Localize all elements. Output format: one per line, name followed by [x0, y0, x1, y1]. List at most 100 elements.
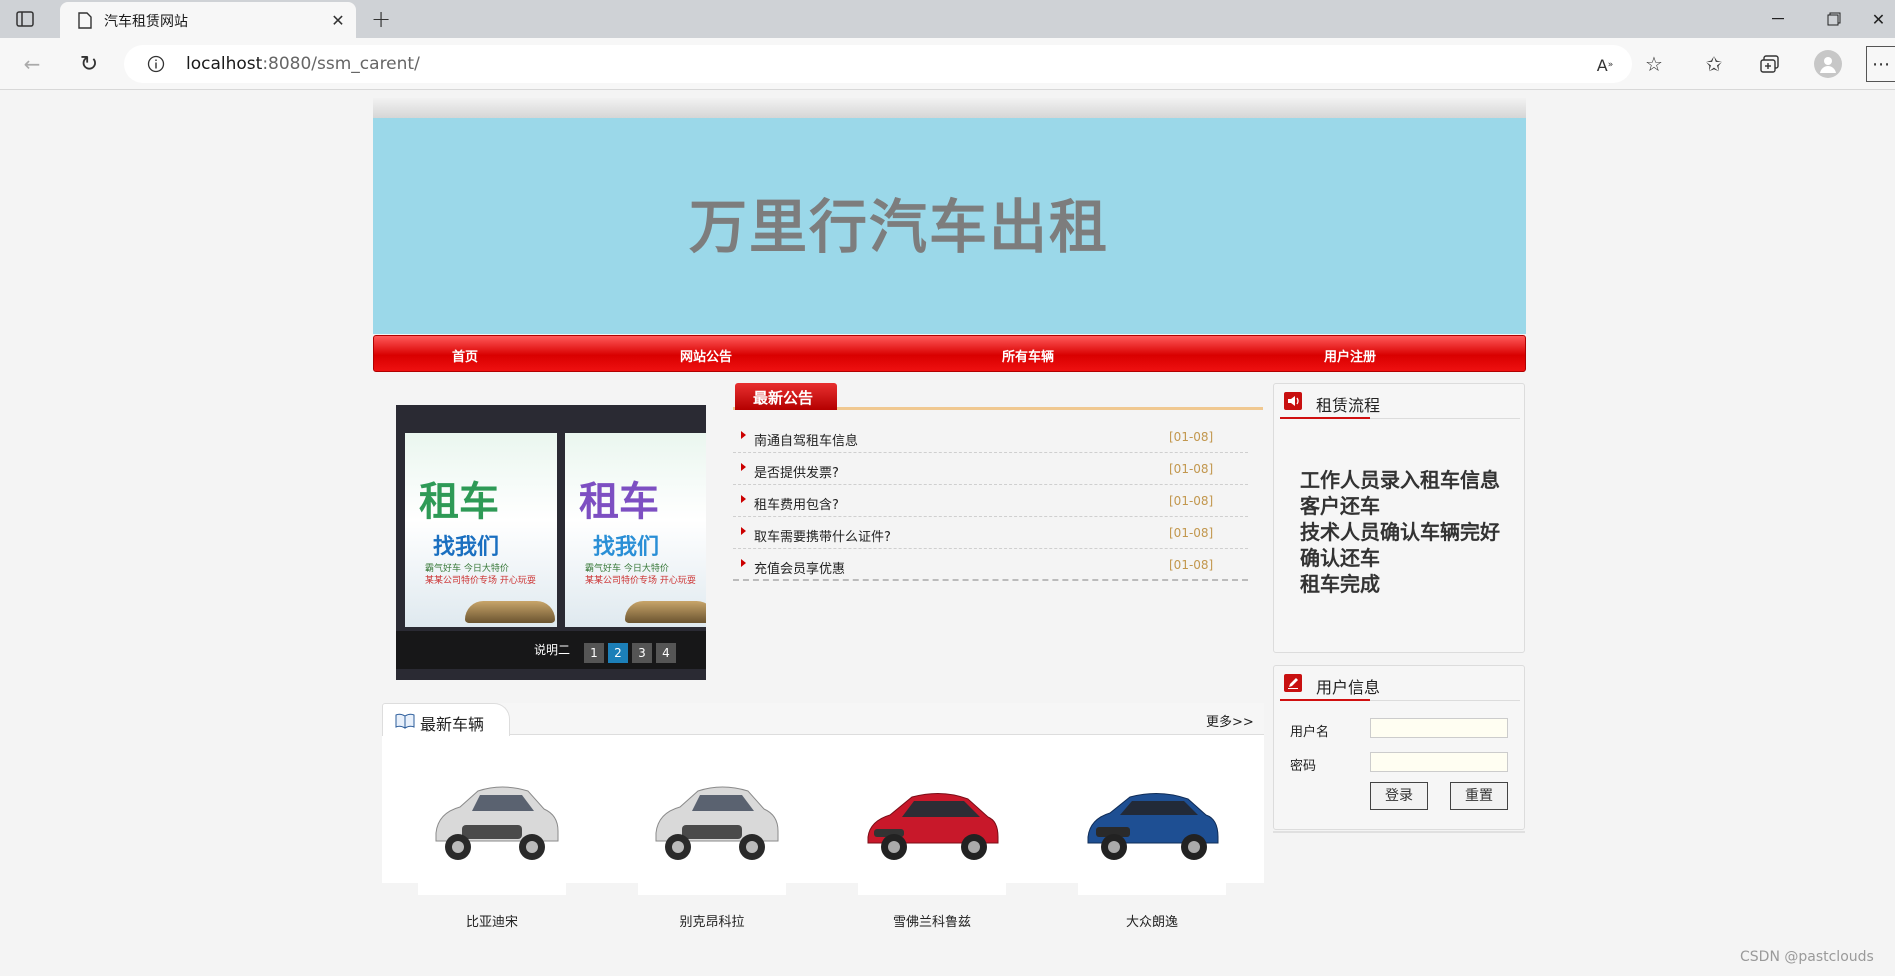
process-step: 工作人员录入租车信息 — [1300, 468, 1500, 492]
username-label: 用户名 — [1290, 725, 1330, 740]
notice-title[interactable]: 南通自驾租车信息 — [754, 430, 858, 449]
address-bar-row: ← ↻ localhost:8080/ssm_carent/ A» ☆ ✩ ⋯ — [0, 38, 1895, 90]
profile-avatar-icon[interactable] — [1814, 50, 1842, 78]
notice-date: [01-08] — [1169, 526, 1214, 540]
password-label: 密码 — [1290, 759, 1317, 774]
car-name[interactable]: 大众朗逸 — [1078, 911, 1226, 930]
notice-item[interactable]: 南通自驾租车信息 [01-08] — [733, 421, 1248, 453]
car-name[interactable]: 雪佛兰科鲁兹 — [858, 911, 1006, 930]
slider-dot-2[interactable]: 2 — [608, 643, 628, 663]
close-tab-icon[interactable]: ✕ — [328, 10, 348, 30]
car-image[interactable] — [1078, 747, 1226, 895]
reload-icon[interactable]: ↻ — [76, 51, 102, 77]
latest-cars-tab: 最新车辆 — [382, 703, 510, 736]
more-cars-link[interactable]: 更多>> — [1206, 711, 1254, 730]
bullet-arrow-icon — [741, 495, 746, 503]
car-name[interactable]: 比亚迪宋 — [418, 911, 566, 930]
reset-button[interactable]: 重置 — [1450, 782, 1508, 810]
car-name[interactable]: 别克昂科拉 — [638, 911, 786, 930]
divider-accent — [1280, 699, 1370, 701]
bullet-arrow-icon — [741, 431, 746, 439]
site-info-icon[interactable] — [146, 54, 166, 74]
slider-dot-1[interactable]: 1 — [584, 643, 604, 663]
web-page: 万里行汽车出租 首页 网站公告 所有车辆 用户注册 租车 找我们 霸气好车 今日… — [0, 90, 1895, 976]
sidebar-toggle-icon[interactable] — [14, 8, 36, 30]
car-image[interactable] — [858, 747, 1006, 895]
notice-date: [01-08] — [1169, 494, 1214, 508]
url-text: localhost:8080/ssm_carent/ — [186, 54, 420, 74]
car-card[interactable]: 大众朗逸 — [1078, 747, 1226, 930]
main-nav: 首页 网站公告 所有车辆 用户注册 — [373, 335, 1526, 372]
nav-all-vehicles[interactable]: 所有车辆 — [1002, 346, 1054, 365]
poster-subhead: 找我们 — [593, 535, 660, 560]
car-card[interactable]: 别克昂科拉 — [638, 747, 786, 930]
slider-dot-3[interactable]: 3 — [632, 643, 652, 663]
collections-icon[interactable] — [1757, 51, 1783, 77]
poster-headline: 租车 — [419, 479, 499, 525]
favorites-icon[interactable]: ✩ — [1701, 51, 1727, 77]
notices-title: 最新公告 — [735, 383, 837, 410]
add-favorite-icon[interactable]: ☆ — [1641, 51, 1667, 77]
poster-headline: 租车 — [579, 479, 659, 525]
slider-caption: 说明二 — [534, 643, 571, 657]
notice-title[interactable]: 租车费用包含? — [754, 494, 839, 513]
bullet-arrow-icon — [741, 527, 746, 535]
new-tab-icon[interactable]: + — [368, 5, 394, 33]
notice-item[interactable]: 是否提供发票? [01-08] — [733, 453, 1248, 485]
edit-icon — [1284, 674, 1302, 692]
notice-title[interactable]: 是否提供发票? — [754, 462, 839, 481]
notice-date: [01-08] — [1169, 430, 1214, 444]
car-image[interactable] — [638, 747, 786, 895]
browser-tab[interactable]: 汽车租赁网站 ✕ — [60, 2, 356, 38]
watermark: CSDN @pastclouds — [1740, 949, 1874, 965]
process-step: 技术人员确认车辆完好 — [1300, 520, 1500, 544]
notice-date: [01-08] — [1169, 462, 1214, 476]
top-strip — [373, 98, 1526, 118]
process-step: 确认还车 — [1300, 546, 1380, 570]
slider-dot-4[interactable]: 4 — [656, 643, 676, 663]
read-aloud-icon[interactable]: A» — [1594, 54, 1616, 76]
notice-title[interactable]: 取车需要携带什么证件? — [754, 526, 891, 545]
latest-cars-header — [382, 703, 1264, 735]
url-input[interactable]: localhost:8080/ssm_carent/ A» — [124, 45, 1632, 83]
password-input[interactable] — [1370, 752, 1508, 772]
book-icon — [395, 713, 415, 733]
notice-item[interactable]: 租车费用包含? [01-08] — [733, 485, 1248, 517]
nav-announcements[interactable]: 网站公告 — [680, 346, 732, 365]
divider-accent — [1280, 417, 1370, 419]
latest-notices: 最新公告 南通自驾租车信息 [01-08] 是否提供发票? [01-08] 租车… — [733, 383, 1263, 583]
notice-title[interactable]: 充值会员享优惠 — [754, 558, 845, 577]
car-card[interactable]: 比亚迪宋 — [418, 747, 566, 930]
image-slider[interactable]: 租车 找我们 霸气好车 今日大特价 某某公司特价专场 开心玩耍 租车 找我们 霸… — [396, 405, 706, 680]
latest-cars-title: 最新车辆 — [420, 715, 485, 734]
slider-poster: 租车 找我们 霸气好车 今日大特价 某某公司特价专场 开心玩耍 — [565, 433, 706, 627]
bullet-arrow-icon — [741, 559, 746, 567]
poster-car-image — [625, 601, 706, 623]
login-button[interactable]: 登录 — [1370, 782, 1428, 810]
minimize-icon[interactable] — [1750, 0, 1806, 38]
panel-bottom-divider — [1273, 831, 1525, 833]
tab-title: 汽车租赁网站 — [104, 14, 188, 30]
user-info-panel: 用户信息 用户名 密码 登录 重置 — [1273, 665, 1525, 830]
close-window-icon[interactable]: ✕ — [1862, 0, 1895, 38]
slider-poster: 租车 找我们 霸气好车 今日大特价 某某公司特价专场 开心玩耍 — [405, 433, 557, 627]
nav-home[interactable]: 首页 — [452, 346, 478, 365]
user-info-title: 用户信息 — [1316, 678, 1381, 697]
poster-promo-2: 某某公司特价专场 开心玩耍 — [425, 576, 536, 586]
rental-process-panel: 租赁流程 工作人员录入租车信息 客户还车 技术人员确认车辆完好 确认还车 租车完… — [1273, 383, 1525, 653]
back-icon[interactable]: ← — [20, 52, 44, 76]
latest-cars-section: 最新车辆 更多>> 比亚迪宋 别克昂科拉 雪佛兰科鲁兹 大众朗逸 — [382, 703, 1264, 930]
site-title: 万里行汽车出租 — [689, 193, 1110, 261]
more-options-icon[interactable]: ⋯ — [1866, 46, 1895, 82]
browser-tab-bar: 汽车租赁网站 ✕ + ✕ — [0, 0, 1895, 38]
notice-item[interactable]: 充值会员享优惠 [01-08] — [733, 549, 1248, 581]
speaker-icon — [1284, 392, 1302, 410]
nav-register[interactable]: 用户注册 — [1324, 346, 1376, 365]
username-input[interactable] — [1370, 718, 1508, 738]
poster-car-image — [465, 601, 555, 623]
restore-icon[interactable] — [1806, 0, 1862, 38]
car-image[interactable] — [418, 747, 566, 895]
poster-subhead: 找我们 — [433, 535, 500, 560]
car-card[interactable]: 雪佛兰科鲁兹 — [858, 747, 1006, 930]
notice-item[interactable]: 取车需要携带什么证件? [01-08] — [733, 517, 1248, 549]
